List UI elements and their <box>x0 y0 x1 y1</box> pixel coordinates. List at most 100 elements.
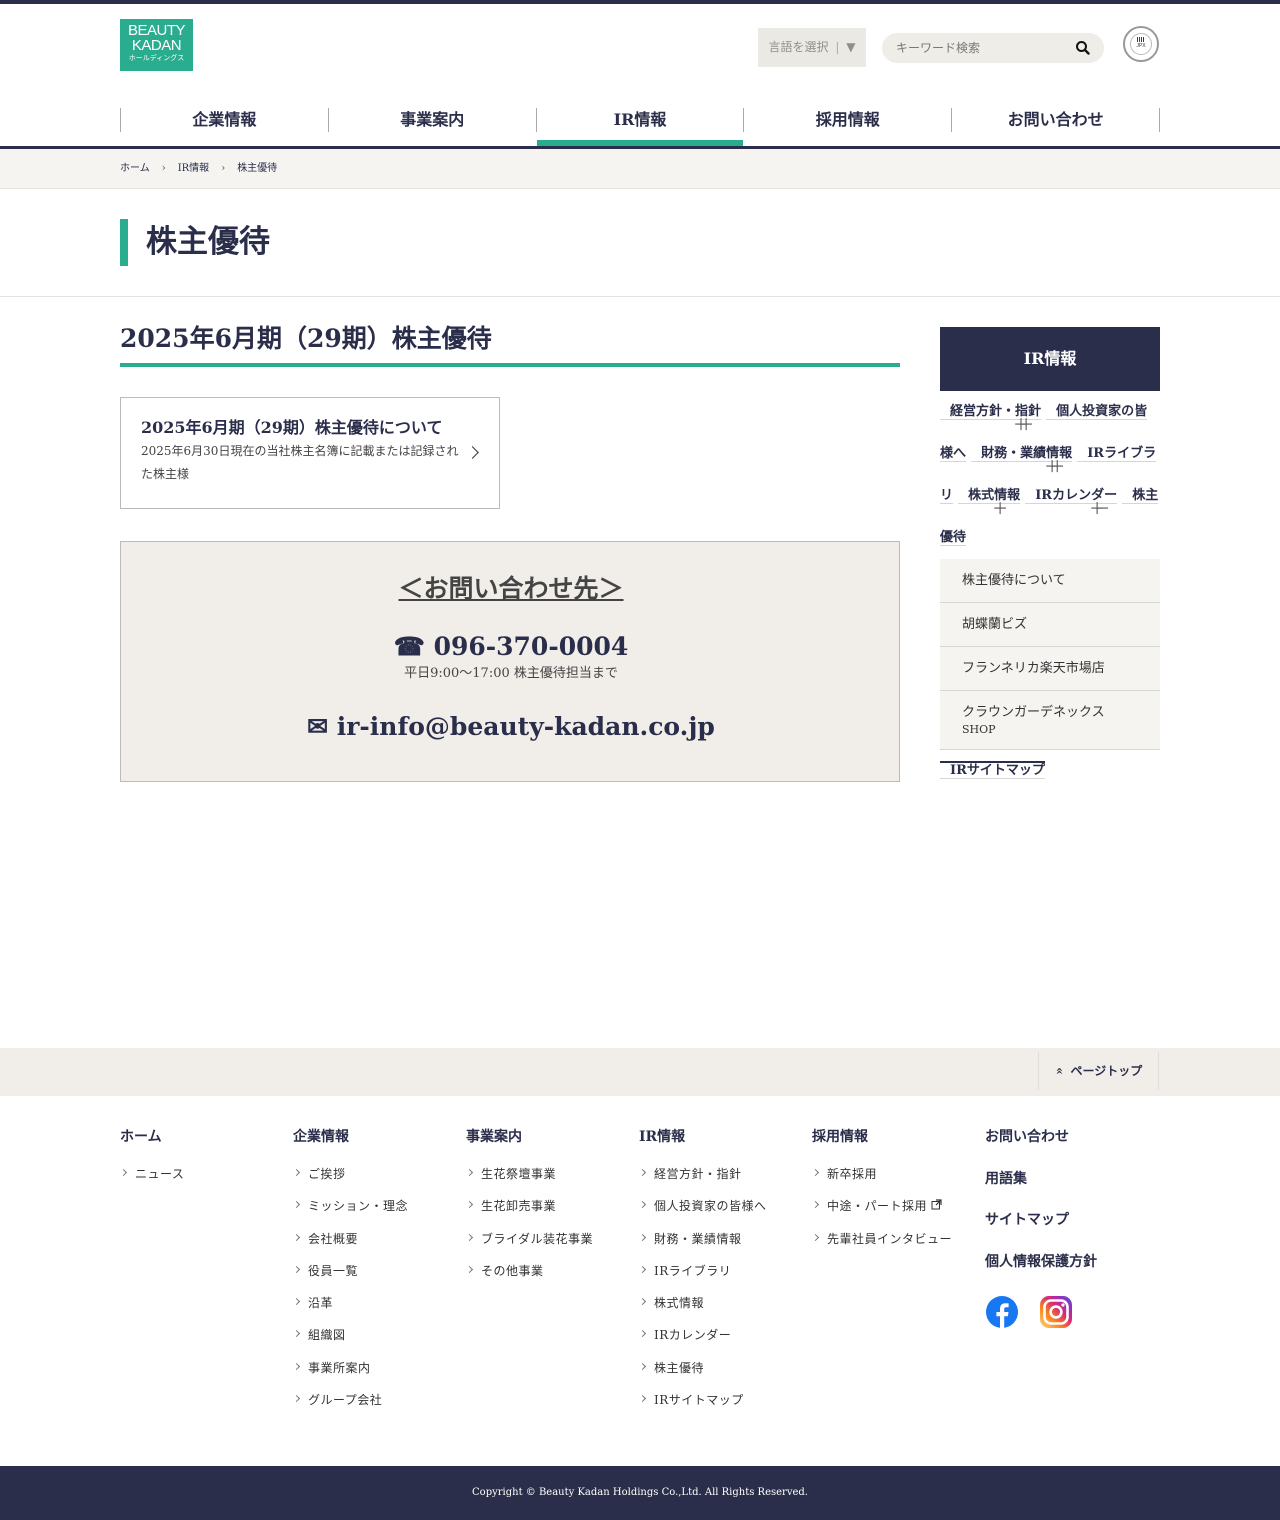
site-header: BEAUTY KADAN ホールディングス 言語を選択 | ▼ JPX 企業情報… <box>0 4 1280 146</box>
breadcrumb-current: 株主優待 <box>237 163 278 174</box>
instagram-icon[interactable] <box>1039 1295 1073 1329</box>
footer-head-ir[interactable]: IR情報 <box>639 1128 812 1146</box>
social-links <box>985 1295 1158 1329</box>
footer-link[interactable]: グループ会社 <box>293 1392 466 1408</box>
contact-hours: 平日9:00～17:00 株主優待担当まで <box>404 666 618 681</box>
footer-link-sitemap[interactable]: サイトマップ <box>985 1211 1158 1229</box>
footer-link-label: 中途・パート採用 <box>827 1199 928 1214</box>
mail-icon: ✉ <box>307 712 329 741</box>
footer-link[interactable]: 組織図 <box>293 1327 466 1343</box>
double-chevron-up-icon: » <box>1051 1067 1066 1075</box>
language-label: 言語を選択 <box>768 40 829 54</box>
gnav-item-company[interactable]: 企業情報 <box>120 108 328 132</box>
sidebar-subitem-label-2: SHOP <box>962 723 996 736</box>
sidebar-heading: IR情報 <box>940 327 1160 391</box>
phone-number: 096-370-0004 <box>433 632 629 661</box>
jpx-bars-icon <box>1137 37 1145 42</box>
footer-link[interactable]: 新卒採用 <box>812 1166 985 1182</box>
sidebar-subitem-label: クラウンガーデネックス <box>962 705 1105 720</box>
footer-link[interactable]: 財務・業績情報 <box>639 1231 812 1247</box>
breadcrumb-ir[interactable]: IR情報 <box>178 149 209 189</box>
contact-email[interactable]: ✉ ir-info@beauty-kadan.co.jp <box>121 710 901 744</box>
email-address: ir-info@beauty-kadan.co.jp <box>336 712 715 741</box>
facebook-icon[interactable] <box>985 1295 1019 1329</box>
footer-link[interactable]: ご挨拶 <box>293 1166 466 1182</box>
phone-icon: ☎ <box>393 632 425 661</box>
footer-link[interactable]: ブライダル装花事業 <box>466 1231 639 1247</box>
footer-link[interactable]: 会社概要 <box>293 1231 466 1247</box>
footer-link[interactable]: その他事業 <box>466 1263 639 1279</box>
logo-line-3: ホールディングス <box>128 55 185 62</box>
page-top-label: ページトップ <box>1070 1064 1143 1078</box>
plus-icon: ＋ <box>992 499 1009 518</box>
footer-col-business: 事業案内 生花祭壇事業 生花卸売事業 ブライダル装花事業 その他事業 <box>466 1128 639 1424</box>
gnav-item-recruit[interactable]: 採用情報 <box>743 108 951 132</box>
footer-link[interactable]: 個人投資家の皆様へ <box>639 1198 812 1214</box>
contact-box: ＜お問い合わせ先＞ ☎ 096-370-0004 平日9:00～17:00 株主… <box>120 541 900 782</box>
card-description: 2025年6月30日現在の当社株主名簿に記載または記録された株主様 <box>141 444 459 481</box>
footer-link[interactable]: ミッション・理念 <box>293 1198 466 1214</box>
footer-link[interactable]: 沿革 <box>293 1295 466 1311</box>
footer-link-privacy[interactable]: 個人情報保護方針 <box>985 1253 1158 1271</box>
footer-link[interactable]: IRライブラリ <box>639 1263 812 1279</box>
footer-link[interactable]: ニュース <box>120 1166 293 1182</box>
gnav-item-contact[interactable]: お問い合わせ <box>951 108 1160 132</box>
page-title: 株主優待 <box>120 219 270 266</box>
chevron-right-icon <box>466 446 479 459</box>
footer-link-external[interactable]: 中途・パート採用 <box>812 1198 985 1214</box>
logo-line-1: BEAUTY <box>127 22 186 39</box>
global-nav: 企業情報 事業案内 IR情報 採用情報 お問い合わせ <box>120 108 1160 146</box>
sidebar-subitem-flannerica[interactable]: フランネリカ楽天市場店 <box>940 647 1160 691</box>
breadcrumb-home[interactable]: ホーム <box>120 149 150 189</box>
section-heading: 2025年6月期（29期）株主優待 <box>120 323 900 367</box>
sidebar-subitem-about[interactable]: 株主優待について <box>940 559 1160 603</box>
footer-link[interactable]: 事業所案内 <box>293 1360 466 1376</box>
footer-link[interactable]: 生花祭壇事業 <box>466 1166 639 1182</box>
page-top-button[interactable]: » ページトップ <box>1038 1052 1159 1090</box>
sidebar-subitem-crown[interactable]: クラウンガーデネックス SHOP <box>940 691 1160 750</box>
sidebar-item-ir-sitemap[interactable]: IRサイトマップ <box>940 761 1045 779</box>
footer-link[interactable]: 株式情報 <box>639 1295 812 1311</box>
footer-head-company[interactable]: 企業情報 <box>293 1128 466 1146</box>
footer-col-misc: お問い合わせ 用語集 サイトマップ 個人情報保護方針 <box>985 1128 1158 1424</box>
footer-head-recruit[interactable]: 採用情報 <box>812 1128 985 1146</box>
contact-phone[interactable]: ☎ 096-370-0004 <box>121 630 901 664</box>
benefit-card-link[interactable]: 2025年6月期（29期）株主優待について 2025年6月30日現在の当社株主名… <box>120 397 500 509</box>
footer-col-ir: IR情報 経営方針・指針 個人投資家の皆様へ 財務・業績情報 IRライブラリ 株… <box>639 1128 812 1424</box>
footer-link[interactable]: 役員一覧 <box>293 1263 466 1279</box>
footer-head-home[interactable]: ホーム <box>120 1128 293 1146</box>
search-box <box>882 33 1104 63</box>
footer-col-company: 企業情報 ご挨拶 ミッション・理念 会社概要 役員一覧 沿革 組織図 事業所案内… <box>293 1128 466 1424</box>
external-link-icon <box>931 1199 942 1210</box>
plus-icon: ＋ <box>1049 457 1066 476</box>
search-input[interactable] <box>896 33 1066 63</box>
footer-col-home: ホーム ニュース <box>120 1128 293 1424</box>
footer-link[interactable]: 生花卸売事業 <box>466 1198 639 1214</box>
company-logo[interactable]: BEAUTY KADAN ホールディングス <box>120 19 193 71</box>
chevron-down-icon: ▼ <box>846 40 856 54</box>
logo-line-2: KADAN <box>131 37 182 54</box>
footer-nav: ホーム ニュース 企業情報 ご挨拶 ミッション・理念 会社概要 役員一覧 沿革 … <box>120 1128 1160 1424</box>
gnav-item-ir[interactable]: IR情報 <box>535 108 744 146</box>
jpx-label: JPX <box>1136 43 1146 49</box>
footer-link-glossary[interactable]: 用語集 <box>985 1170 1158 1188</box>
sidebar-subitem-kochoran[interactable]: 胡蝶蘭ビズ <box>940 603 1160 647</box>
contact-heading: ＜お問い合わせ先＞ <box>398 574 624 603</box>
gnav-item-business[interactable]: 事業案内 <box>327 108 536 132</box>
footer-link[interactable]: IRサイトマップ <box>639 1392 812 1408</box>
footer-link[interactable]: IRカレンダー <box>639 1327 812 1343</box>
footer-link[interactable]: 先輩社員インタビュー <box>812 1231 985 1247</box>
footer-link-contact[interactable]: お問い合わせ <box>985 1128 1158 1146</box>
minus-icon: － <box>1094 499 1111 518</box>
language-selector[interactable]: 言語を選択 | ▼ <box>758 28 866 67</box>
sidebar-item-stock[interactable]: 株式情報＋ <box>958 488 1021 518</box>
footer-link[interactable]: 経営方針・指針 <box>639 1166 812 1182</box>
footer-head-business[interactable]: 事業案内 <box>466 1128 639 1146</box>
search-icon[interactable] <box>1074 39 1092 57</box>
footer-link[interactable]: 株主優待 <box>639 1360 812 1376</box>
chevron-right-icon: › <box>161 163 166 174</box>
footer-col-recruit: 採用情報 新卒採用 中途・パート採用 先輩社員インタビュー <box>812 1128 985 1424</box>
site-footer: Copyright © Beauty Kadan Holdings Co.,Lt… <box>0 1466 1280 1520</box>
plus-icon: ＋ <box>1018 415 1035 434</box>
chevron-right-icon: › <box>221 163 226 174</box>
